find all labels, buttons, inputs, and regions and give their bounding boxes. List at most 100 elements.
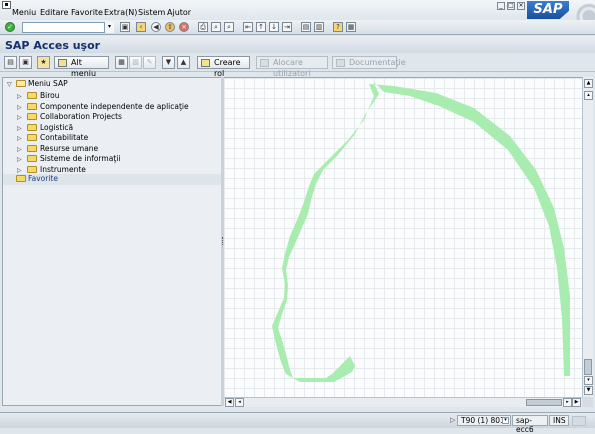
- scroll-right-icon[interactable]: ▸: [563, 398, 572, 407]
- shortcut-icon[interactable]: ▥: [314, 22, 324, 32]
- command-history-dropdown-icon[interactable]: ▾: [104, 22, 114, 33]
- tree-item-label: Componente independente de aplicaţie: [40, 101, 189, 111]
- assign-users-button[interactable]: Alocare utilizatori: [256, 56, 328, 78]
- tree-item-instrumente[interactable]: ▷ Instrumente: [3, 165, 221, 175]
- menu-meniu[interactable]: Meniu: [12, 8, 36, 17]
- sap-menu-icon[interactable]: ▣: [19, 56, 32, 69]
- favorites-folder-icon: [16, 175, 26, 182]
- horizontal-scrollbar[interactable]: ◀ ◂ ▸ ▶: [224, 397, 582, 407]
- find-icon[interactable]: ⌕: [211, 22, 221, 32]
- sap-logo: SAP: [527, 1, 569, 19]
- move-up-icon[interactable]: ▲: [177, 56, 190, 69]
- menu-ajutor[interactable]: Ajutor: [167, 8, 191, 17]
- system-info-field[interactable]: T90 (1) 801 ▾: [457, 415, 511, 426]
- tree-root-label: Meniu SAP: [28, 79, 68, 88]
- vertical-scrollbar[interactable]: ▲ ▴ ▾ ▼: [582, 77, 593, 397]
- folder-icon: [27, 144, 37, 152]
- other-menu-button[interactable]: Alt meniu: [54, 56, 109, 78]
- first-page-icon[interactable]: ⇤: [243, 22, 253, 32]
- user-menu-icon[interactable]: ▤: [4, 56, 17, 69]
- expand-arrow-icon[interactable]: ▷: [17, 134, 22, 144]
- back-icon[interactable]: ‹: [136, 22, 146, 32]
- assign-users-icon: [260, 59, 269, 67]
- last-page-icon[interactable]: ⇥: [282, 22, 292, 32]
- scroll-right-icon[interactable]: ▶: [572, 398, 581, 407]
- layout-menu-icon[interactable]: ▦: [346, 22, 356, 32]
- delete-favorite-icon[interactable]: ▧: [129, 56, 142, 69]
- new-session-icon[interactable]: ▤: [301, 22, 311, 32]
- cancel-icon[interactable]: ×: [179, 22, 189, 32]
- page-title: SAP Acces uşor: [5, 39, 101, 52]
- open-folder-icon: [16, 80, 26, 87]
- system-info-text: T90 (1) 801: [461, 416, 505, 425]
- tree-item-contabilitate[interactable]: ▷ Contabilitate: [3, 133, 221, 143]
- drawing-canvas[interactable]: [224, 77, 582, 397]
- favorites-icon[interactable]: ★: [37, 56, 50, 69]
- system-menu-icon[interactable]: ▪: [2, 1, 11, 9]
- scroll-up-icon[interactable]: ▴: [584, 91, 593, 100]
- menu-bar: ▪ Meniu Editare Favorite Extra(N) Sistem…: [0, 0, 595, 20]
- expand-arrow-icon[interactable]: ▷: [17, 145, 22, 155]
- exit-icon[interactable]: ⇧: [165, 22, 175, 32]
- documentation-button[interactable]: Documentaţie: [332, 56, 406, 69]
- status-expand-arrow-icon[interactable]: ▷: [450, 416, 455, 424]
- add-favorite-icon[interactable]: ▦: [115, 56, 128, 69]
- tree-item-componente[interactable]: ▷ Componente independente de aplicaţie: [3, 102, 221, 112]
- maximize-icon[interactable]: □: [507, 2, 515, 10]
- title-bar: SAP Acces uşor: [0, 36, 595, 53]
- horizontal-scroll-thumb[interactable]: [526, 399, 562, 406]
- system-info-dropdown-icon[interactable]: ▾: [502, 417, 509, 424]
- print-icon[interactable]: ⎙: [198, 22, 208, 32]
- command-field[interactable]: [22, 22, 114, 33]
- scroll-up-icon[interactable]: ▲: [584, 79, 593, 88]
- next-page-icon[interactable]: ↓: [269, 22, 279, 32]
- find-next-icon[interactable]: ⌕: [224, 22, 234, 32]
- menu-favorite[interactable]: Favorite: [71, 8, 103, 17]
- tree-item-birou[interactable]: ▷ Birou: [3, 91, 221, 101]
- tree-item-sisteme[interactable]: ▷ Sisteme de informaţii: [3, 154, 221, 164]
- minimize-icon[interactable]: _: [497, 2, 505, 10]
- help-icon[interactable]: ?: [333, 22, 343, 32]
- expand-arrow-icon[interactable]: ▷: [17, 124, 22, 134]
- menu-editare[interactable]: Editare: [40, 8, 68, 17]
- server-field: sap-ecc6: [512, 415, 548, 434]
- scroll-down-icon[interactable]: ▼: [584, 386, 593, 395]
- back-green-icon[interactable]: ◀: [151, 22, 161, 32]
- change-favorite-icon[interactable]: ✎: [143, 56, 156, 69]
- create-role-button[interactable]: Creare rol: [197, 56, 250, 78]
- expand-arrow-icon[interactable]: ▷: [17, 113, 22, 123]
- close-icon[interactable]: ×: [517, 2, 525, 10]
- folder-icon: [27, 123, 37, 131]
- expand-arrow-icon[interactable]: ▷: [17, 103, 22, 113]
- vertical-scroll-thumb[interactable]: [584, 359, 592, 375]
- tree-item-logistica[interactable]: ▷ Logistică: [3, 123, 221, 133]
- scroll-left-icon[interactable]: ◂: [235, 398, 244, 407]
- sap-swirl-decoration: [565, 2, 595, 20]
- folder-icon: [27, 92, 37, 99]
- previous-page-icon[interactable]: ↑: [256, 22, 266, 32]
- move-down-icon[interactable]: ▼: [162, 56, 175, 69]
- scroll-corner: [582, 397, 593, 407]
- tree-item-collaboration[interactable]: ▷ Collaboration Projects: [3, 112, 221, 122]
- documentation-label: Documentaţie: [349, 58, 406, 67]
- menu-sistem[interactable]: Sistem: [138, 8, 165, 17]
- tree-item-resurse-umane[interactable]: ▷ Resurse umane: [3, 144, 221, 154]
- splitter-grip: [222, 237, 223, 245]
- scroll-left-icon[interactable]: ◀: [225, 398, 234, 407]
- collapse-arrow-icon[interactable]: ▽: [7, 80, 12, 90]
- scroll-down-icon[interactable]: ▾: [584, 376, 593, 385]
- tree-root[interactable]: ▽ Meniu SAP: [3, 79, 221, 91]
- folder-icon: [27, 155, 37, 162]
- status-spacer: [572, 416, 586, 426]
- insert-mode-field[interactable]: INS: [549, 415, 569, 426]
- expand-arrow-icon[interactable]: ▷: [17, 92, 22, 102]
- folder-icon: [27, 134, 37, 141]
- save-icon[interactable]: ▣: [120, 22, 130, 32]
- expand-arrow-icon[interactable]: ▷: [17, 155, 22, 165]
- menu-extra[interactable]: Extra(N): [104, 8, 137, 17]
- create-role-icon: [201, 59, 210, 67]
- tree-item-label: Sisteme de informaţii: [40, 154, 121, 163]
- standard-toolbar: ✓ ▾ ▣ ‹ ◀ ⇧ × ⎙ ⌕ ⌕ ⇤ ↑ ↓ ⇥ ▤ ▥ ? ▦: [0, 20, 595, 35]
- tree-favorites[interactable]: Favorite: [3, 174, 221, 185]
- enter-icon[interactable]: ✓: [5, 22, 15, 32]
